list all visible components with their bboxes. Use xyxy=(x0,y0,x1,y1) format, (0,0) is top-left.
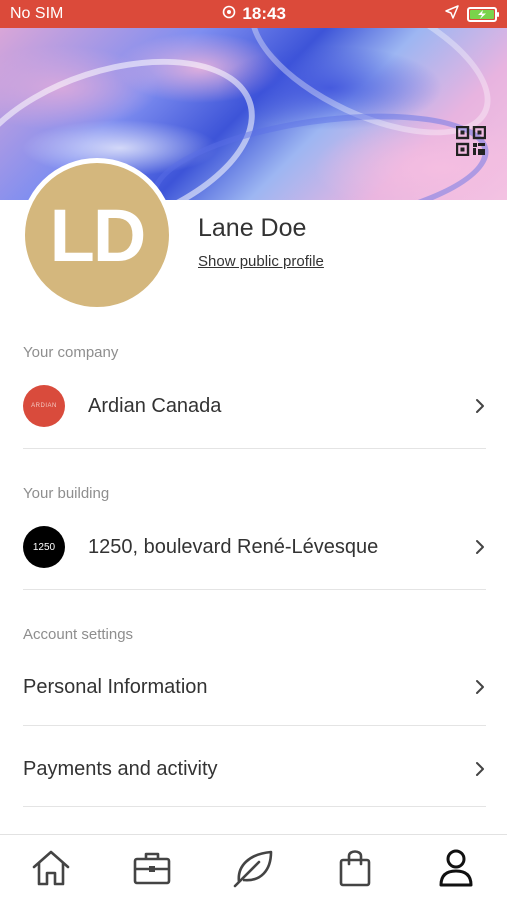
company-logo: ARDIAN xyxy=(23,385,65,427)
qr-code-button[interactable] xyxy=(455,125,487,157)
divider xyxy=(23,806,486,807)
avatar-initials: LD xyxy=(49,193,147,277)
chevron-right-icon xyxy=(473,759,487,779)
tab-profile[interactable] xyxy=(432,844,480,892)
company-name: Ardian Canada xyxy=(88,394,222,417)
status-bar: No SIM 18:43 xyxy=(0,0,507,28)
building-logo: 1250 xyxy=(23,526,65,568)
status-time-group: 18:43 xyxy=(222,4,286,24)
building-logo-text: 1250 xyxy=(32,541,56,553)
show-public-profile-link[interactable]: Show public profile xyxy=(198,253,324,270)
divider xyxy=(23,589,486,590)
tab-work[interactable] xyxy=(128,844,176,892)
carrier-label: No SIM xyxy=(10,5,64,22)
status-right-group xyxy=(445,4,499,24)
leaf-icon xyxy=(234,850,273,887)
divider xyxy=(23,448,486,449)
chevron-right-icon xyxy=(473,396,487,416)
avatar[interactable]: LD xyxy=(20,158,174,312)
alarm-icon xyxy=(222,4,236,24)
qr-code-icon xyxy=(456,126,486,156)
chevron-right-icon xyxy=(473,677,487,697)
company-row[interactable]: ARDIAN Ardian Canada xyxy=(0,385,507,427)
battery-charging-icon xyxy=(466,6,499,22)
settings-item-label: Payments and activity xyxy=(23,757,218,780)
shopping-bag-icon xyxy=(339,849,371,886)
building-address: 1250, boulevard René-Lévesque xyxy=(88,535,379,558)
profile-name: Lane Doe xyxy=(198,214,307,242)
bottom-tab-bar xyxy=(0,834,507,900)
settings-item-payments-and-activity[interactable]: Payments and activity xyxy=(0,747,507,791)
status-time: 18:43 xyxy=(242,4,286,23)
section-label-company: Your company xyxy=(23,344,119,361)
tab-shop[interactable] xyxy=(331,844,379,892)
tab-wellness[interactable] xyxy=(229,844,277,892)
location-arrow-icon xyxy=(445,4,459,24)
section-label-building: Your building xyxy=(23,485,110,502)
settings-item-personal-information[interactable]: Personal Information xyxy=(0,665,507,709)
briefcase-icon xyxy=(133,852,171,884)
settings-item-label: Personal Information xyxy=(23,675,208,698)
company-logo-text: ARDIAN xyxy=(31,403,57,409)
home-icon xyxy=(32,850,69,885)
user-icon xyxy=(439,849,473,886)
divider xyxy=(23,725,486,726)
tab-home[interactable] xyxy=(27,844,75,892)
building-row[interactable]: 1250 1250, boulevard René-Lévesque xyxy=(0,526,507,568)
section-label-account-settings: Account settings xyxy=(23,626,134,643)
chevron-right-icon xyxy=(473,537,487,557)
